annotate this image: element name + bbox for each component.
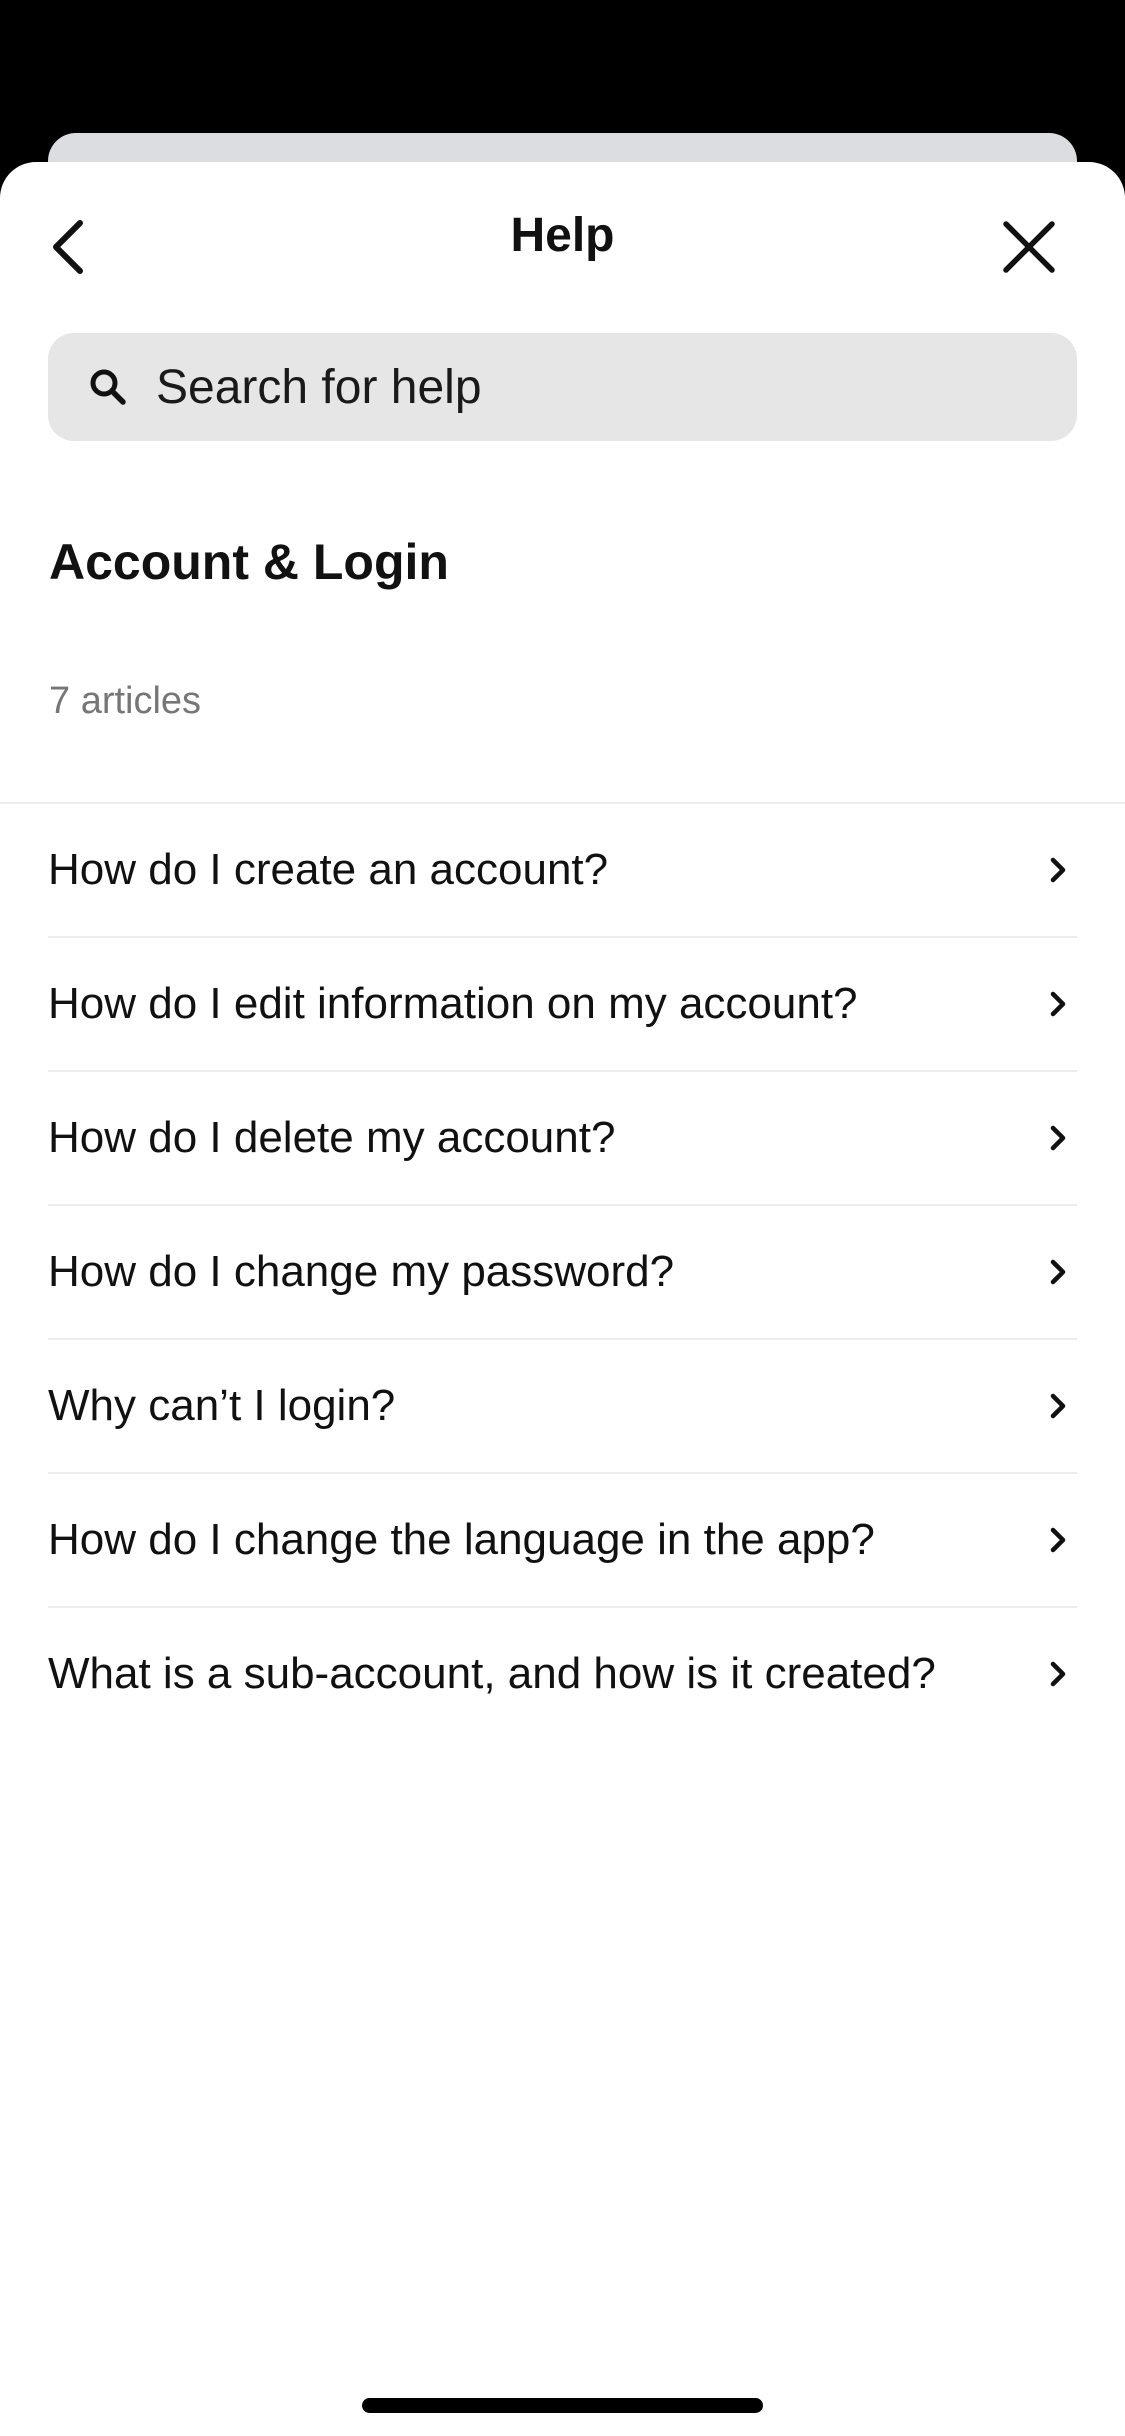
search-bar[interactable] (48, 333, 1077, 441)
help-screen: Help Account & Login 7 articles H (0, 0, 1125, 2436)
chevron-right-icon (1043, 1520, 1073, 1560)
article-item[interactable]: How do I create an account? (48, 804, 1077, 938)
article-label: How do I create an account? (48, 845, 609, 894)
article-label: How do I change my password? (48, 1247, 675, 1296)
article-item[interactable]: How do I change the language in the app? (48, 1474, 1077, 1608)
article-label: What is a sub-account, and how is it cre… (48, 1649, 936, 1698)
article-item[interactable]: What is a sub-account, and how is it cre… (48, 1608, 1077, 1740)
chevron-right-icon (1043, 984, 1073, 1024)
home-indicator[interactable] (362, 2398, 763, 2413)
search-input[interactable] (154, 336, 1077, 438)
article-item[interactable]: How do I delete my account? (48, 1072, 1077, 1206)
section-title: Account & Login (49, 534, 449, 590)
article-count: 7 articles (49, 680, 202, 722)
article-item[interactable]: How do I change my password? (48, 1206, 1077, 1340)
article-item[interactable]: Why can’t I login? (48, 1340, 1077, 1474)
chevron-right-icon (1043, 1118, 1073, 1158)
search-icon (88, 367, 128, 407)
article-item[interactable]: How do I edit information on my account? (48, 938, 1077, 1072)
help-sheet: Help Account & Login 7 articles H (0, 162, 1125, 2436)
chevron-right-icon (1043, 1386, 1073, 1426)
close-icon (1003, 221, 1055, 273)
article-label: How do I change the language in the app? (48, 1515, 875, 1564)
nav-bar: Help (0, 162, 1125, 332)
chevron-right-icon (1043, 1654, 1073, 1694)
article-label: Why can’t I login? (48, 1381, 396, 1430)
article-label: How do I delete my account? (48, 1113, 616, 1162)
article-list: How do I create an account? How do I edi… (48, 804, 1077, 1740)
article-label: How do I edit information on my account? (48, 979, 858, 1028)
chevron-right-icon (1043, 850, 1073, 890)
chevron-right-icon (1043, 1252, 1073, 1292)
page-title: Help (510, 209, 615, 262)
close-button[interactable] (986, 202, 1072, 292)
